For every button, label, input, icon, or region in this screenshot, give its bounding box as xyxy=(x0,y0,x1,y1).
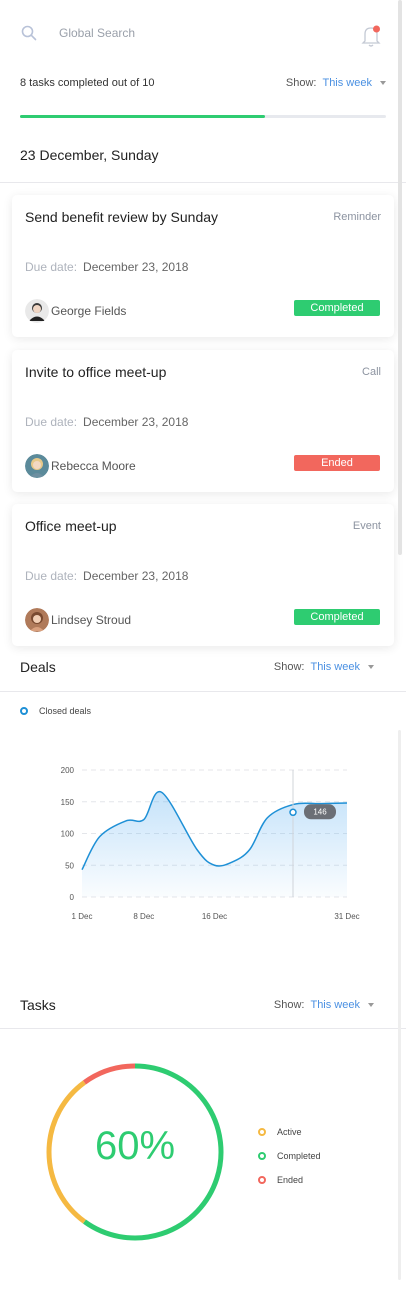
task-title: Send benefit review by Sunday xyxy=(25,209,219,225)
notification-dot xyxy=(373,25,380,33)
chevron-down-icon[interactable] xyxy=(368,665,374,670)
due-date-label: Due date: xyxy=(25,260,78,274)
show-label: Show: xyxy=(273,999,305,1011)
tooltip: 146 xyxy=(304,804,336,820)
tasks-progress-bar xyxy=(20,115,386,118)
assignee[interactable]: Rebecca Moore xyxy=(25,454,136,478)
scrollbar[interactable] xyxy=(398,0,402,555)
chevron-down-icon[interactable] xyxy=(380,81,386,86)
legend-item-completed: Completed xyxy=(258,1144,321,1168)
deals-title: Deals xyxy=(20,659,56,675)
y-tick-label: 150 xyxy=(61,798,75,807)
legend-item-active: Active xyxy=(258,1120,321,1144)
task-card[interactable]: Send benefit review by Sunday Reminder D… xyxy=(12,195,394,337)
assignee[interactable]: Lindsey Stroud xyxy=(25,608,131,632)
date-heading: 23 December, Sunday xyxy=(20,147,159,163)
legend-label: Closed deals xyxy=(39,706,92,716)
tasks-legend: Active Completed Ended xyxy=(258,1120,321,1192)
period-dropdown[interactable]: This week xyxy=(310,999,360,1011)
status-badge: Completed xyxy=(294,300,380,316)
avatar xyxy=(25,299,49,323)
assignee-name: George Fields xyxy=(51,304,127,318)
deals-period-filter[interactable]: Show: This week xyxy=(274,661,374,673)
x-tick-label: 31 Dec xyxy=(334,912,359,921)
task-type: Call xyxy=(362,366,381,378)
notification-bell-icon[interactable] xyxy=(360,24,382,48)
period-filter[interactable]: Show: This week xyxy=(286,77,386,89)
x-tick-label: 1 Dec xyxy=(72,912,93,921)
divider xyxy=(0,691,406,692)
y-tick-label: 50 xyxy=(65,861,74,870)
scrollbar[interactable] xyxy=(398,730,401,1280)
tasks-completed-count: 8 tasks completed out of 10 xyxy=(20,77,155,89)
legend-label: Completed xyxy=(277,1151,321,1161)
donut-segment-ended xyxy=(82,1063,136,1085)
task-title: Office meet-up xyxy=(25,518,117,534)
period-dropdown[interactable]: This week xyxy=(310,661,360,673)
x-tick-label: 16 Dec xyxy=(202,912,227,921)
assignee[interactable]: George Fields xyxy=(25,299,126,323)
due-date-value: December 23, 2018 xyxy=(83,415,189,429)
legend-marker xyxy=(20,707,28,715)
search-input[interactable]: Global Search xyxy=(59,26,135,40)
hover-point[interactable] xyxy=(289,808,297,817)
tasks-progress-fill xyxy=(20,115,266,118)
task-title: Invite to office meet-up xyxy=(25,364,167,380)
task-card[interactable]: Invite to office meet-up Call Due date: D… xyxy=(12,350,394,492)
legend-label: Active xyxy=(277,1127,302,1137)
tooltip-value: 146 xyxy=(313,807,327,816)
tasks-percent-label: 60% xyxy=(94,1124,176,1168)
status-badge: Ended xyxy=(294,455,380,471)
legend-marker xyxy=(258,1176,266,1184)
task-type: Reminder xyxy=(333,211,381,223)
due-date-value: December 23, 2018 xyxy=(83,569,189,583)
task-type: Event xyxy=(352,520,381,532)
top-bar: Global Search xyxy=(0,0,406,66)
due-date-label: Due date: xyxy=(25,415,78,429)
tasks-title: Tasks xyxy=(20,997,56,1013)
due-date: Due date: December 23, 2018 xyxy=(25,415,188,429)
tasks-period-filter[interactable]: Show: This week xyxy=(274,999,374,1011)
tasks-summary-row: 8 tasks completed out of 10 Show: This we… xyxy=(20,77,386,93)
due-date: Due date: December 23, 2018 xyxy=(25,569,188,583)
legend-marker xyxy=(258,1152,266,1160)
legend-item-ended: Ended xyxy=(258,1168,321,1192)
x-tick-label: 8 Dec xyxy=(133,912,154,921)
period-dropdown[interactable]: This week xyxy=(322,77,372,89)
search-icon[interactable] xyxy=(20,24,38,42)
assignee-name: Rebecca Moore xyxy=(51,459,136,473)
assignee-name: Lindsey Stroud xyxy=(51,613,132,627)
task-card[interactable]: Office meet-up Event Due date: December 2… xyxy=(12,504,394,646)
status-badge: Completed xyxy=(294,609,380,625)
legend-label: Ended xyxy=(277,1175,304,1185)
avatar xyxy=(25,454,49,478)
due-date: Due date: December 23, 2018 xyxy=(25,260,188,274)
y-tick-label: 200 xyxy=(61,766,75,775)
avatar xyxy=(25,608,49,632)
due-date-label: Due date: xyxy=(25,569,78,583)
due-date-value: December 23, 2018 xyxy=(83,260,189,274)
divider xyxy=(0,1028,406,1029)
y-tick-label: 0 xyxy=(70,893,75,902)
deals-chart: 200 150 100 50 0 1 Dec 8 Dec 16 Dec 31 Dec 146 xyxy=(61,766,360,921)
chart-legend: Closed deals xyxy=(20,706,91,716)
divider xyxy=(0,182,406,183)
show-label: Show: xyxy=(285,77,317,89)
show-label: Show: xyxy=(273,661,305,673)
y-tick-label: 100 xyxy=(61,830,75,839)
legend-marker xyxy=(258,1128,266,1136)
chevron-down-icon[interactable] xyxy=(368,1003,374,1008)
